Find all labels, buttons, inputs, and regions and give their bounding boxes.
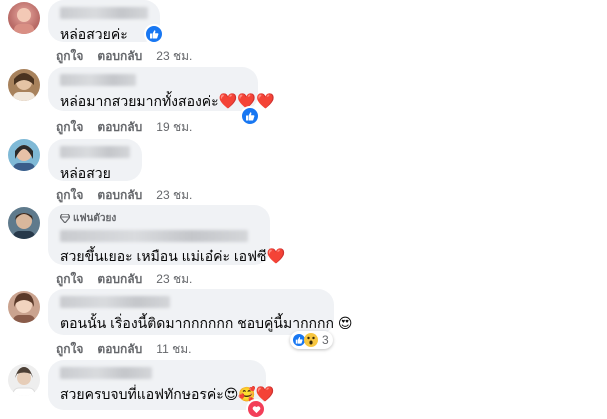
reaction-count: 3 [322, 333, 329, 347]
avatar[interactable] [8, 291, 40, 323]
blurred-author-name [60, 296, 170, 308]
like-link[interactable]: ถูกใจ [56, 49, 83, 63]
comment-actions: ถูกใจ ตอบกลับ 23 ชม. [56, 270, 206, 289]
timestamp[interactable]: 19 ชม. [156, 120, 192, 134]
comment-text: หล่อสวย [60, 165, 111, 181]
like-link[interactable]: ถูกใจ [56, 188, 83, 202]
heart-eyes-emoji: 😍 [337, 315, 353, 331]
avatar[interactable] [8, 2, 40, 34]
avatar[interactable] [8, 364, 40, 396]
comment-text: หล่อมากสวยมากทั้งสองค่ะ❤️❤️❤️ [60, 93, 275, 110]
avatar[interactable] [8, 139, 40, 171]
blurred-author-name [60, 230, 248, 242]
timestamp[interactable]: 11 ชม. [156, 342, 191, 356]
comment-actions: ถูกใจ ตอบกลับ 11 ชม. [56, 340, 205, 359]
diamond-icon [60, 214, 70, 223]
top-fan-label: แฟนตัวยง [73, 213, 117, 224]
reply-link[interactable]: ตอบกลับ [97, 49, 142, 63]
comment-bubble: ตอนนั้น เริ่องนี้ติดมากกกกกก ชอบคู่นี้มา… [48, 289, 353, 335]
comment-bubble: สวยครบจบที่แอฟทักษอรค่ะ😍🥰❤️ [48, 360, 275, 410]
reaction-summary[interactable]: 3 [290, 331, 333, 349]
comment-text: ตอนนั้น เริ่องนี้ติดมากกกกกก ชอบคู่นี้มา… [60, 315, 353, 331]
timestamp[interactable]: 23 ชม. [156, 272, 192, 286]
comment-text: สวยครบจบที่แอฟทักษอรค่ะ😍🥰❤️ [60, 386, 275, 403]
comment-bubble: หล่อมากสวยมากทั้งสองค่ะ❤️❤️❤️ [48, 67, 275, 111]
comment-text: สวยขึ้นเยอะ เหมือน แม่เอ๋ค่ะ เอฟซี❤️ [60, 248, 286, 265]
reply-link[interactable]: ตอบกลับ [97, 342, 142, 356]
comment-actions: ถูกใจ ตอบกลับ 23 ชม. [56, 186, 206, 205]
top-fan-badge: แฟนตัวยง [60, 211, 258, 226]
timestamp[interactable]: 23 ชม. [156, 188, 192, 202]
avatar[interactable] [8, 207, 40, 239]
comment-actions: ถูกใจ ตอบกลับ 19 ชม. [56, 118, 206, 137]
comment-text: หล่อสวยค่ะ [60, 26, 128, 42]
reply-link[interactable]: ตอบกลับ [97, 120, 142, 134]
blurred-author-name [60, 74, 136, 86]
reply-link[interactable]: ตอบกลับ [97, 272, 142, 286]
love-reaction-icon[interactable] [246, 399, 266, 419]
like-reaction-icon[interactable] [240, 106, 260, 126]
reply-link[interactable]: ตอบกลับ [97, 188, 142, 202]
heart-emoji: ❤️ [266, 248, 286, 265]
like-reaction-icon[interactable] [144, 24, 164, 44]
comment-bubble: แฟนตัวยง สวยขึ้นเยอะ เหมือน แม่เอ๋ค่ะ เอ… [48, 205, 286, 265]
wow-reaction-icon [304, 333, 318, 347]
comment-bubble: หล่อสวย [48, 139, 142, 181]
blurred-author-name [60, 146, 130, 158]
avatar[interactable] [8, 69, 40, 101]
timestamp[interactable]: 23 ชม. [156, 49, 192, 63]
like-link[interactable]: ถูกใจ [56, 120, 83, 134]
comment-actions: ถูกใจ ตอบกลับ 23 ชม. [56, 47, 206, 66]
blurred-author-name [60, 7, 148, 19]
like-link[interactable]: ถูกใจ [56, 342, 83, 356]
blurred-author-name [60, 367, 152, 379]
like-link[interactable]: ถูกใจ [56, 272, 83, 286]
